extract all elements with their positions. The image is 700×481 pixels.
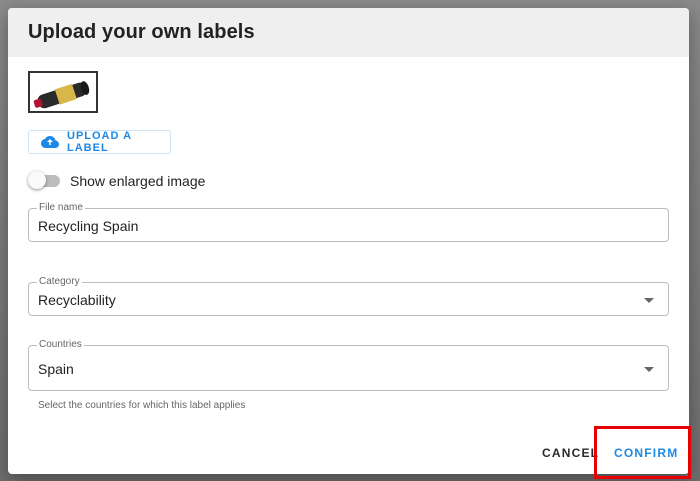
dialog-header: Upload your own labels <box>8 8 689 57</box>
countries-select[interactable]: Countries Spain <box>28 339 669 391</box>
show-enlarged-toggle-row: Show enlarged image <box>28 170 205 192</box>
category-label: Category <box>37 276 82 287</box>
dialog-title: Upload your own labels <box>28 21 255 43</box>
file-name-field[interactable]: File name Recycling Spain <box>28 202 669 242</box>
chevron-down-icon[interactable] <box>644 298 654 303</box>
chevron-down-icon[interactable] <box>644 367 654 372</box>
dialog-actions: CANCEL CONFIRM <box>8 414 689 474</box>
upload-label-button[interactable]: UPLOAD A LABEL <box>28 130 171 154</box>
label-thumbnail[interactable] <box>28 71 98 113</box>
upload-labels-dialog: Upload your own labels UPLOAD A LABEL Sh… <box>8 8 689 474</box>
show-enlarged-label: Show enlarged image <box>70 173 206 189</box>
category-select[interactable]: Category Recyclability <box>28 276 669 316</box>
countries-label: Countries <box>37 339 84 350</box>
countries-helper-text: Select the countries for which this labe… <box>38 400 246 411</box>
upload-label-text: UPLOAD A LABEL <box>67 130 132 154</box>
show-enlarged-switch[interactable] <box>28 171 60 189</box>
confirm-button[interactable]: CONFIRM <box>608 445 684 461</box>
cancel-button[interactable]: CANCEL <box>536 445 605 461</box>
cloud-upload-icon <box>41 136 59 148</box>
file-name-label: File name <box>37 202 85 213</box>
bottle-label-image <box>30 73 96 111</box>
file-name-value: Recycling Spain <box>38 218 139 234</box>
switch-knob <box>28 171 46 189</box>
countries-value: Spain <box>38 361 74 377</box>
category-value: Recyclability <box>38 292 116 308</box>
